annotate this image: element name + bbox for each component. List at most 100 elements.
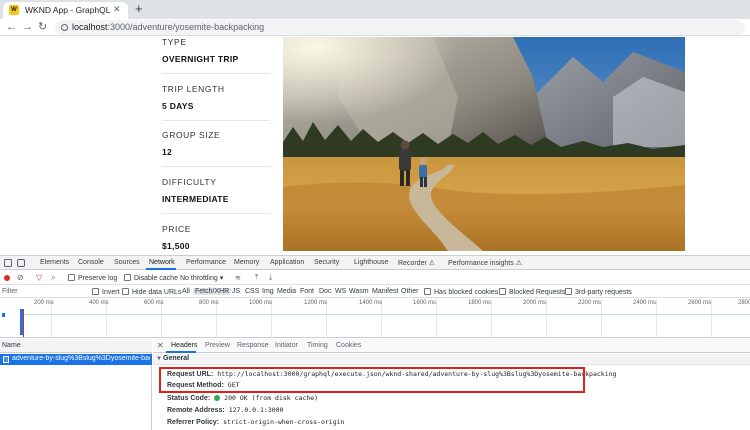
- detail-value: 12: [162, 147, 173, 157]
- forward-arrow-icon[interactable]: →: [22, 20, 33, 34]
- filter-type-fetch-xhr[interactable]: Fetch/XHR: [193, 288, 232, 295]
- import-har-icon[interactable]: ⤒: [255, 274, 258, 282]
- detail-label: TYPE: [162, 37, 187, 47]
- back-arrow-icon[interactable]: ←: [6, 20, 17, 34]
- filter-type-css[interactable]: CSS: [245, 288, 259, 295]
- timeline-tick: 1000 ms: [249, 300, 273, 306]
- devtools-tab-console[interactable]: Console: [78, 259, 104, 266]
- filter-input[interactable]: Filter: [2, 288, 18, 295]
- new-tab-icon[interactable]: +: [135, 1, 143, 17]
- network-conditions-icon[interactable]: ≋: [235, 274, 241, 282]
- timeline-tick: 400 ms: [89, 300, 109, 306]
- devtools-tab-performance[interactable]: Performance: [186, 259, 226, 266]
- request-list-header: Name: [0, 339, 152, 353]
- blocked-requests-checkbox[interactable]: Blocked Requests: [499, 288, 565, 296]
- timeline-tick: 2200 ms: [578, 300, 602, 306]
- details-tab-cookies[interactable]: Cookies: [336, 342, 361, 349]
- record-icon[interactable]: [4, 275, 10, 281]
- export-har-icon[interactable]: ⤓: [269, 274, 272, 282]
- request-row[interactable]: adventure-by-slug%3Bslug%3Dyosemite-bac.…: [0, 354, 152, 365]
- timeline-tick: 200 ms: [34, 300, 54, 306]
- devtools-tab-performance-insights[interactable]: Performance insights ⚠: [448, 259, 522, 267]
- detail-trip-length: TRIP LENGTH 5 DAYS: [162, 84, 225, 111]
- details-tab-headers[interactable]: Headers: [171, 342, 197, 349]
- devtools-tab-lighthouse[interactable]: Lighthouse: [354, 259, 388, 266]
- devtools-tab-sources[interactable]: Sources: [114, 259, 140, 266]
- timeline-request-bar: [2, 313, 5, 317]
- hide-data-urls-checkbox[interactable]: Hide data URLs: [122, 288, 181, 296]
- filter-icon[interactable]: ▽: [36, 273, 42, 282]
- network-toolbar: ⊘ ▽ ⌕ Preserve log Disable cache No thro…: [0, 271, 750, 285]
- divider: [162, 166, 270, 167]
- details-tab-response[interactable]: Response: [237, 342, 269, 349]
- active-tab-indicator: [146, 268, 176, 270]
- details-tab-initiator[interactable]: Initiator: [275, 342, 298, 349]
- preserve-log-checkbox[interactable]: Preserve log: [68, 274, 117, 282]
- adventure-hero-image: [283, 37, 685, 251]
- filter-type-doc[interactable]: Doc: [319, 288, 331, 295]
- browser-tab[interactable]: W WKND App - GraphQL ✕: [3, 2, 128, 19]
- divider: [162, 120, 270, 121]
- filter-type-js[interactable]: JS: [232, 288, 240, 295]
- filter-type-ws[interactable]: WS: [335, 288, 346, 295]
- divider: [162, 73, 270, 74]
- status-code-row: Status Code: 200 OK (from disk cache): [167, 394, 318, 402]
- site-info-icon[interactable]: [61, 24, 68, 31]
- filter-type-all[interactable]: All: [182, 288, 190, 295]
- network-timeline-overview: 200 ms 400 ms 600 ms 800 ms 1000 ms 1200…: [0, 299, 750, 338]
- filter-type-img[interactable]: Img: [262, 288, 274, 295]
- detail-value: INTERMEDIATE: [162, 194, 229, 204]
- header-value: 200 OK (from disk cache): [224, 394, 319, 402]
- close-details-icon[interactable]: ✕: [157, 341, 164, 350]
- general-section-title: General: [163, 355, 190, 362]
- devtools-tab-recorder[interactable]: Recorder ⚠: [398, 259, 435, 267]
- device-toolbar-icon[interactable]: [17, 259, 25, 267]
- remote-address-row: Remote Address: 127.0.0.1:3000: [167, 406, 284, 414]
- header-key: Status Code:: [167, 395, 211, 402]
- timeline-tick: 800 ms: [199, 300, 219, 306]
- filter-type-media[interactable]: Media: [277, 288, 296, 295]
- clear-icon[interactable]: ⊘: [17, 273, 24, 282]
- header-value: strict-origin-when-cross-origin: [223, 418, 345, 426]
- blocked-cookies-checkbox[interactable]: Has blocked cookies: [424, 288, 498, 296]
- detail-group-size: GROUP SIZE 12: [162, 130, 220, 157]
- search-icon[interactable]: ⌕: [51, 273, 55, 283]
- filter-type-manifest[interactable]: Manifest: [372, 288, 398, 295]
- request-name: adventure-by-slug%3Bslug%3Dyosemite-bac.…: [12, 355, 150, 362]
- filter-type-font[interactable]: Font: [300, 288, 314, 295]
- caret-down-icon: ▼: [156, 356, 162, 362]
- header-value: 127.0.0.1:3000: [228, 406, 284, 414]
- devtools-tab-application[interactable]: Application: [270, 259, 304, 266]
- devtools-tab-network[interactable]: Network: [149, 259, 175, 266]
- detail-difficulty: DIFFICULTY INTERMEDIATE: [162, 177, 229, 204]
- filter-type-other[interactable]: Other: [401, 288, 419, 295]
- divider: [162, 213, 270, 214]
- third-party-checkbox[interactable]: 3rd-party requests: [565, 288, 632, 296]
- details-tab-timing[interactable]: Timing: [307, 342, 328, 349]
- column-header-name[interactable]: Name: [2, 342, 21, 349]
- page-viewport: TYPE OVERNIGHT TRIP TRIP LENGTH 5 DAYS G…: [0, 37, 750, 255]
- disable-cache-checkbox[interactable]: Disable cache: [124, 274, 178, 282]
- reload-icon[interactable]: ↻: [38, 20, 47, 34]
- request-details: ✕ Headers Preview Response Initiator Tim…: [153, 339, 750, 430]
- request-list: Name adventure-by-slug%3Bslug%3Dyosemite…: [0, 339, 152, 430]
- detail-price: PRICE $1,500: [162, 224, 191, 251]
- devtools-tab-security[interactable]: Security: [314, 259, 339, 266]
- browser-toolbar: ← → ↻ localhost:3000/adventure/yosemite-…: [0, 19, 750, 36]
- devtools-tab-memory[interactable]: Memory: [234, 259, 259, 266]
- timeline-tick: 2800: [738, 300, 750, 306]
- throttling-select[interactable]: No throttling ▾: [180, 274, 223, 282]
- filter-type-wasm[interactable]: Wasm: [349, 288, 369, 295]
- inspect-element-icon[interactable]: [4, 259, 12, 267]
- devtools-tab-elements[interactable]: Elements: [40, 259, 69, 266]
- status-ok-icon: [214, 394, 221, 401]
- detail-label: TRIP LENGTH: [162, 84, 225, 94]
- close-tab-icon[interactable]: ✕: [113, 4, 121, 15]
- timeline-tick: 2600 ms: [688, 300, 712, 306]
- invert-checkbox[interactable]: Invert: [92, 288, 120, 296]
- address-bar[interactable]: localhost:3000/adventure/yosemite-backpa…: [55, 20, 745, 35]
- details-tab-preview[interactable]: Preview: [205, 342, 230, 349]
- timeline-tick: 2000 ms: [523, 300, 547, 306]
- general-section-header[interactable]: ▼ General: [153, 354, 750, 365]
- timeline-tick: 2400 ms: [633, 300, 657, 306]
